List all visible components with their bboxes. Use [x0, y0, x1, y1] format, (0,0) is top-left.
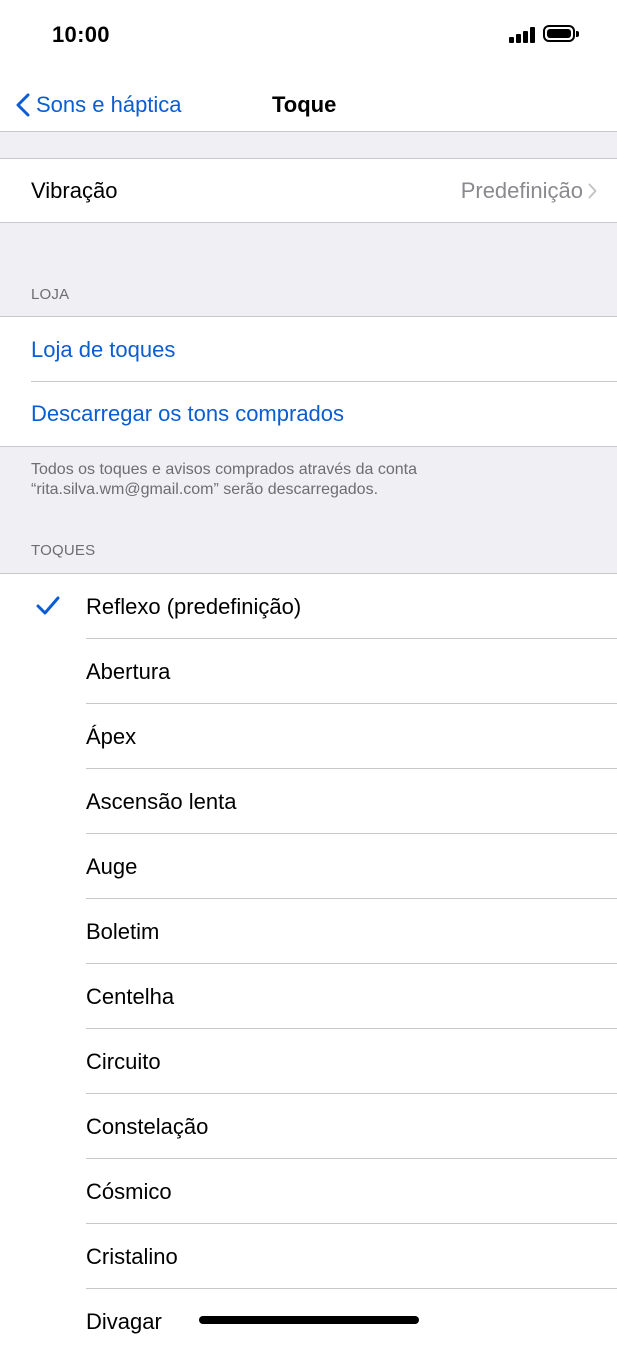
ringtone-row[interactable]: Auge	[0, 834, 617, 899]
vibration-group: Vibração Predefinição	[0, 158, 617, 223]
ringtone-label: Centelha	[86, 983, 175, 1009]
page-title-wrap: Toque	[0, 78, 617, 132]
ringtone-row[interactable]: Cósmico	[0, 1159, 617, 1224]
ringtone-row[interactable]: Circuito	[0, 1029, 617, 1094]
ringtone-row[interactable]: Ascensão lenta	[0, 769, 617, 834]
ringtone-label: Reflexo (predefinição)	[86, 593, 302, 619]
ringtone-label: Cósmico	[86, 1178, 172, 1204]
navigation-bar: Sons e háptica Toque	[0, 78, 617, 132]
ringtone-row[interactable]: Abertura	[0, 639, 617, 704]
status-time: 10:00	[52, 22, 110, 47]
ringtone-label: Auge	[86, 853, 138, 879]
ringtones-list: Reflexo (predefinição) Abertura Ápex Ascens…	[0, 573, 617, 1354]
ringtone-row[interactable]: Cristalino	[0, 1224, 617, 1289]
vibration-row[interactable]: Vibração Predefinição	[0, 159, 617, 222]
store-section-header: LOJA	[31, 286, 70, 303]
store-footer-note: Todos os toques e avisos comprados atrav…	[31, 461, 417, 498]
ringtones-section-header: TOQUES	[31, 542, 96, 559]
battery-icon	[543, 25, 579, 42]
ringtone-label: Constelação	[86, 1113, 209, 1139]
home-indicator	[199, 1316, 419, 1324]
page-title: Toque	[272, 92, 337, 117]
status-bar: 10:00	[0, 0, 617, 78]
ringtone-row[interactable]: Boletim	[0, 899, 617, 964]
ringtone-row[interactable]: Centelha	[0, 964, 617, 1029]
ringtone-row[interactable]: Ápex	[0, 704, 617, 769]
notch	[160, 0, 460, 44]
download-purchased-tones-link[interactable]: Descarregar os tons comprados	[0, 382, 617, 446]
store-group: Loja de toques Descarregar os tons compr…	[0, 316, 617, 447]
checkmark-icon	[36, 596, 60, 615]
ringtone-label: Ápex	[86, 723, 137, 749]
ringtone-label: Ascensão lenta	[86, 788, 237, 814]
vibration-label: Vibração	[31, 177, 118, 203]
cellular-signal-icon	[509, 27, 535, 43]
ringtone-row[interactable]: Reflexo (predefinição)	[0, 574, 617, 639]
chevron-right-icon	[588, 183, 597, 199]
download-purchased-tones-label: Descarregar os tons comprados	[31, 401, 345, 426]
ringtone-store-link[interactable]: Loja de toques	[0, 317, 617, 382]
ringtone-store-label: Loja de toques	[31, 336, 176, 362]
ringtone-row[interactable]: Constelação	[0, 1094, 617, 1159]
ringtone-label: Cristalino	[86, 1243, 178, 1269]
ringtone-label: Abertura	[86, 658, 171, 684]
ringtone-label: Boletim	[86, 918, 160, 944]
ringtone-label: Circuito	[86, 1048, 161, 1074]
ringtone-label: Divagar	[86, 1308, 162, 1334]
vibration-value: Predefinição	[460, 177, 583, 203]
